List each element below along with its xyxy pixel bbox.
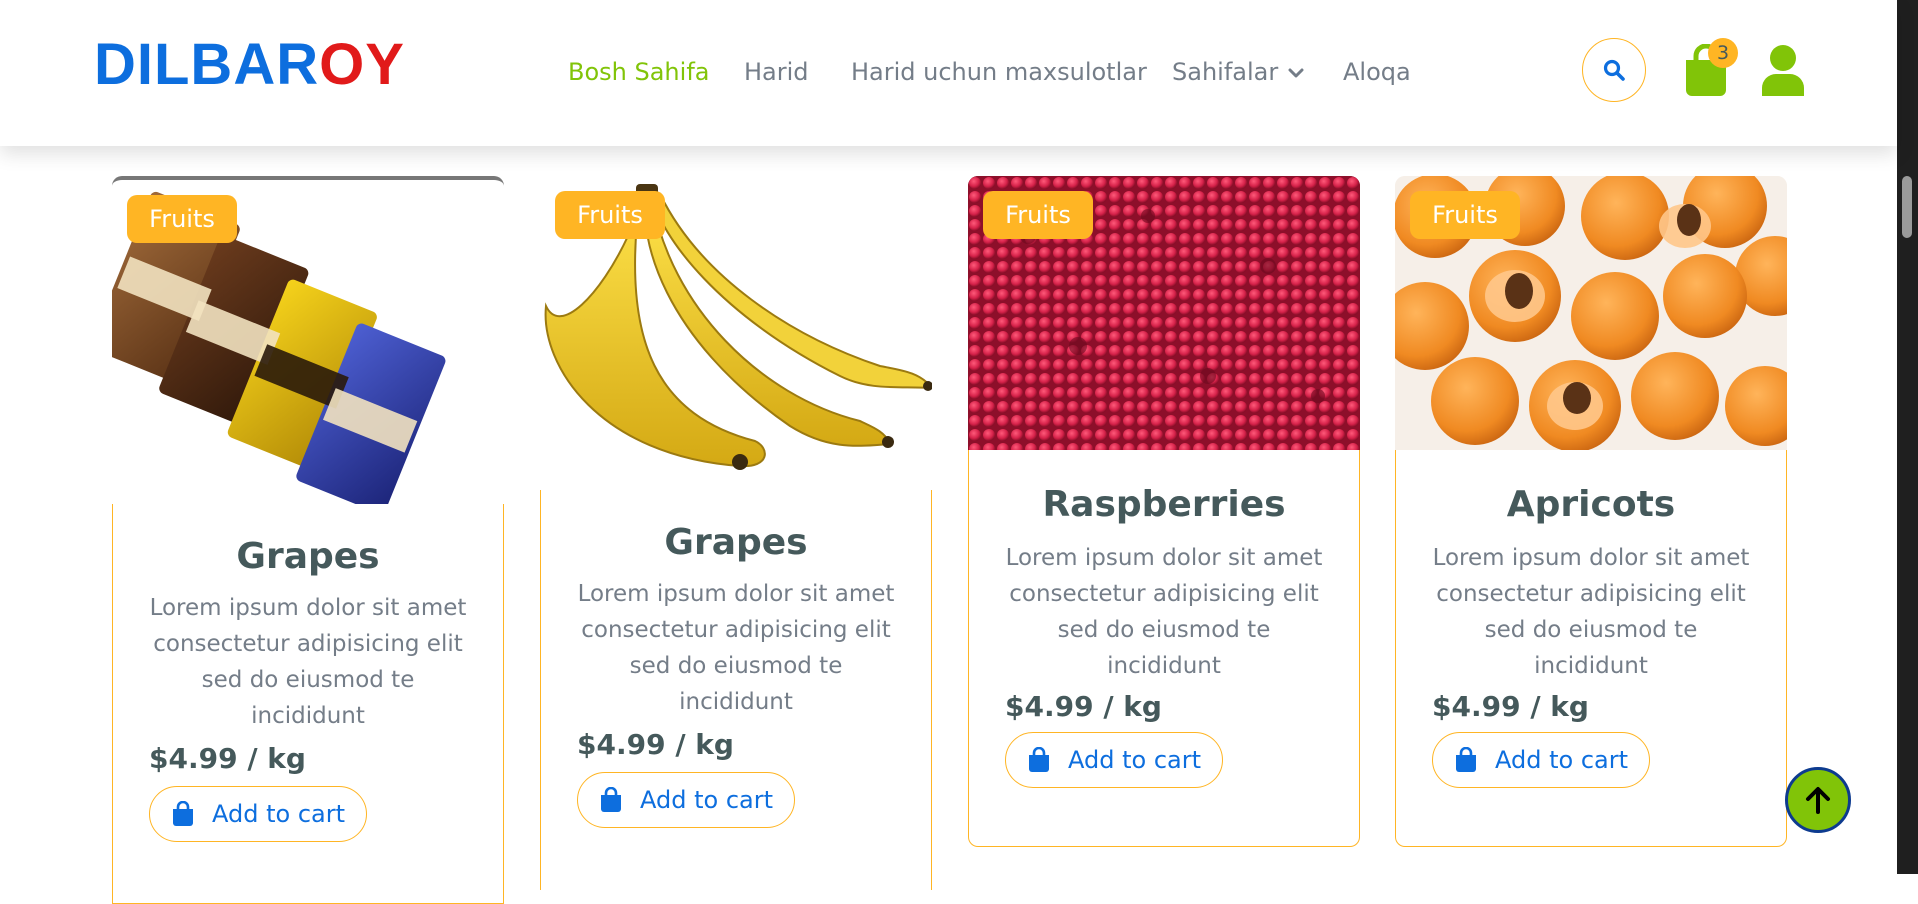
arrow-up-icon bbox=[1806, 787, 1830, 814]
category-badge: Fruits bbox=[1410, 191, 1520, 239]
brand-logo-part2: OY bbox=[319, 32, 405, 97]
brand-logo[interactable]: DILBAROY bbox=[94, 30, 405, 100]
product-price: $4.99 / kg bbox=[1005, 690, 1162, 723]
scrollbar[interactable] bbox=[1897, 0, 1918, 874]
product-title: Grapes bbox=[664, 522, 808, 563]
brand-logo-part1: DILBAR bbox=[94, 32, 320, 97]
product-description: Lorem ipsum dolor sit amet consectetur a… bbox=[149, 595, 467, 729]
add-to-cart-label: Add to cart bbox=[1068, 746, 1201, 774]
nav-link-pages-label: Sahifalar bbox=[1172, 58, 1279, 86]
add-to-cart-button[interactable]: Add to cart bbox=[577, 772, 795, 828]
nav-link-shop[interactable]: Harid bbox=[744, 52, 809, 92]
product-description: Lorem ipsum dolor sit amet consectetur a… bbox=[1432, 545, 1750, 679]
cart-count-badge: 3 bbox=[1708, 38, 1738, 68]
user-icon[interactable] bbox=[1760, 44, 1806, 96]
shopping-bag-icon bbox=[173, 801, 193, 826]
product-image[interactable]: Fruits bbox=[540, 176, 932, 490]
add-to-cart-label: Add to cart bbox=[640, 786, 773, 814]
shopping-bag-icon bbox=[1456, 747, 1476, 772]
product-image[interactable]: Fruits bbox=[112, 176, 504, 504]
scrollbar-thumb[interactable] bbox=[1902, 176, 1912, 238]
add-to-cart-label: Add to cart bbox=[212, 800, 345, 828]
product-price: $4.99 / kg bbox=[1432, 690, 1589, 723]
search-button[interactable] bbox=[1582, 38, 1646, 102]
product-image[interactable]: Fruits bbox=[968, 176, 1360, 450]
product-description: Lorem ipsum dolor sit amet consectetur a… bbox=[577, 581, 895, 715]
product-title: Raspberries bbox=[1042, 484, 1286, 525]
add-to-cart-button[interactable]: Add to cart bbox=[1005, 732, 1223, 788]
shopping-bag-icon bbox=[601, 787, 621, 812]
product-card-body: Grapes Lorem ipsum dolor sit amet consec… bbox=[112, 504, 504, 904]
product-card-body: Grapes Lorem ipsum dolor sit amet consec… bbox=[540, 490, 932, 890]
search-icon bbox=[1603, 59, 1625, 81]
category-badge: Fruits bbox=[127, 195, 237, 243]
product-image[interactable]: Fruits bbox=[1395, 176, 1787, 450]
back-to-top-button[interactable] bbox=[1785, 767, 1851, 833]
product-price: $4.99 / kg bbox=[577, 728, 734, 761]
nav-link-home[interactable]: Bosh Sahifa bbox=[568, 52, 709, 92]
add-to-cart-button[interactable]: Add to cart bbox=[1432, 732, 1650, 788]
product-card-body: Raspberries Lorem ipsum dolor sit amet c… bbox=[968, 450, 1360, 847]
chevron-down-icon bbox=[1288, 68, 1304, 78]
navbar: DILBAROY Bosh Sahifa Harid Harid uchun m… bbox=[0, 0, 1897, 146]
product-title: Grapes bbox=[236, 536, 380, 577]
add-to-cart-button[interactable]: Add to cart bbox=[149, 786, 367, 842]
add-to-cart-label: Add to cart bbox=[1495, 746, 1628, 774]
product-price: $4.99 / kg bbox=[149, 742, 306, 775]
nav-link-contact[interactable]: Aloqa bbox=[1343, 52, 1411, 92]
shopping-bag-icon bbox=[1029, 747, 1049, 772]
nav-link-pages[interactable]: Sahifalar bbox=[1172, 52, 1304, 92]
category-badge: Fruits bbox=[555, 191, 665, 239]
category-badge: Fruits bbox=[983, 191, 1093, 239]
product-description: Lorem ipsum dolor sit amet consectetur a… bbox=[1005, 545, 1323, 679]
product-card-body: Apricots Lorem ipsum dolor sit amet cons… bbox=[1395, 450, 1787, 847]
nav-link-products[interactable]: Harid uchun maxsulotlar bbox=[851, 52, 1147, 92]
product-title: Apricots bbox=[1506, 484, 1676, 525]
